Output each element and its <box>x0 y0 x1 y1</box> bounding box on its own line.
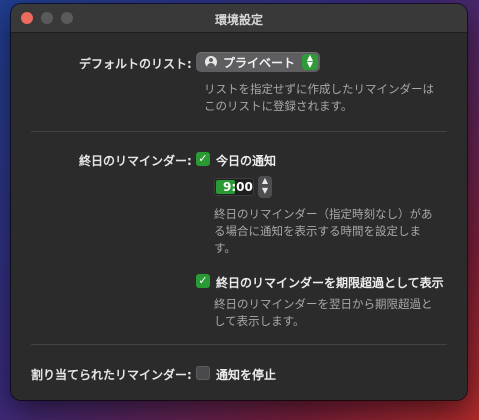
default-list-help: リストを指定せずに作成したリマインダーは このリストに登録されます。 <box>204 82 434 113</box>
overdue-checkbox[interactable]: ✓ <box>196 274 210 288</box>
divider <box>31 344 447 345</box>
preferences-window: 環境設定 デフォルトのリスト: プライベート ▲ ▼ リストを指定せずに作成したリ… <box>11 4 467 400</box>
overdue-label: 終日のリマインダーを期限超過として表示 <box>216 276 444 290</box>
window-title: 環境設定 <box>214 13 263 27</box>
today-notification-label: 今日の通知 <box>216 154 277 168</box>
today-notification-checkbox[interactable]: ✓ <box>196 152 210 166</box>
person-circle-icon <box>205 56 217 68</box>
default-list-popup[interactable]: プライベート ▲ ▼ <box>196 52 320 72</box>
default-list-label: デフォルトのリスト: <box>79 57 192 71</box>
mute-notifications-checkbox[interactable] <box>196 366 210 380</box>
assigned-label: 割り当てられたリマインダー: <box>31 368 192 382</box>
all-day-label: 終日のリマインダー: <box>79 154 192 168</box>
notification-time-field[interactable]: 9:00 <box>214 178 254 196</box>
time-help: 終日のリマインダー（指定時刻なし）があ る場合に通知を表示する時間を設定しま す… <box>214 207 433 255</box>
chevron-up-down-icon: ▲ ▼ <box>302 54 318 70</box>
overdue-help: 終日のリマインダーを翌日から期限超過と して表示します。 <box>214 297 433 328</box>
default-list-value: プライベート <box>223 56 296 70</box>
time-value: 9:00 <box>223 180 253 194</box>
time-stepper[interactable]: ▲ ▼ <box>258 176 272 198</box>
divider <box>31 131 447 132</box>
mute-notifications-label: 通知を停止 <box>216 368 277 382</box>
title-bar: 環境設定 <box>11 4 467 33</box>
